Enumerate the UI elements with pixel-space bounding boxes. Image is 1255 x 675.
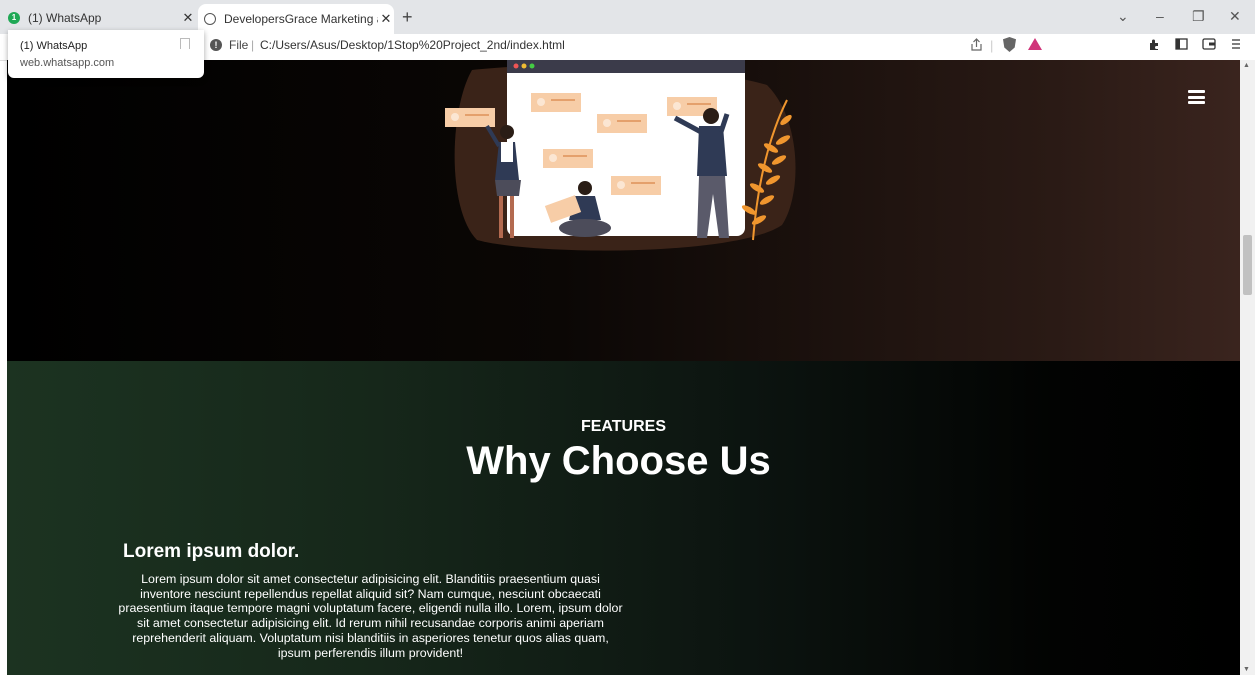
toolbar-divider: | <box>990 38 994 53</box>
feature-card-title: Lorem ipsum dolor. <box>123 541 300 562</box>
tab-whatsapp[interactable]: 1 (1) WhatsApp ✕ <box>8 6 196 30</box>
section-kicker: FEATURES <box>580 418 667 435</box>
brave-rewards-icon[interactable] <box>1028 38 1042 50</box>
tab-hover-card: (1) WhatsApp web.whatsapp.com <box>8 30 204 78</box>
brave-shield-icon[interactable] <box>1003 37 1016 52</box>
close-tab-icon[interactable]: ✕ <box>378 11 394 27</box>
maximize-button[interactable]: ❐ <box>1192 8 1205 25</box>
close-tab-icon[interactable]: ✕ <box>180 10 196 26</box>
team-board-illustration <box>445 60 796 251</box>
globe-favicon-icon <box>204 13 216 25</box>
page-scrollbar[interactable]: ▲ ▼ <box>1240 60 1255 675</box>
minimize-button[interactable]: – <box>1156 8 1164 24</box>
tab-title: DevelopersGrace Marketing and … <box>224 12 378 26</box>
menu-icon[interactable] <box>1231 38 1241 53</box>
address-bar-input[interactable]: C:/Users/Asus/Desktop/1Stop%20Project_2n… <box>260 38 565 52</box>
hamburger-menu-icon[interactable] <box>1188 90 1205 104</box>
scroll-up-icon[interactable]: ▲ <box>1243 62 1250 69</box>
page-viewport: FEATURES Why Choose Us Lorem ipsum dolor… <box>7 60 1240 675</box>
features-section: FEATURES Why Choose Us Lorem ipsum dolor… <box>7 361 1240 675</box>
sidebar-icon[interactable] <box>1175 38 1188 53</box>
hover-card-url: web.whatsapp.com <box>20 57 115 69</box>
tab-search-chevron-icon[interactable]: ⌄ <box>1117 8 1129 25</box>
scroll-down-icon[interactable]: ▼ <box>1243 666 1250 673</box>
bookmark-icon[interactable] <box>180 38 190 49</box>
url-separator: | <box>251 38 255 52</box>
browser-tab-strip: 1 (1) WhatsApp ✕ DevelopersGrace Marketi… <box>0 0 1255 34</box>
extensions-icon[interactable] <box>1148 38 1161 54</box>
close-window-button[interactable]: ✕ <box>1229 8 1241 25</box>
feature-card-body: Lorem ipsum dolor sit amet consectetur a… <box>118 572 623 660</box>
tab-developersgrace[interactable]: DevelopersGrace Marketing and … ✕ <box>198 4 394 34</box>
scrollbar-thumb[interactable] <box>1243 235 1252 295</box>
hero-section <box>7 60 1240 361</box>
new-tab-button[interactable]: + <box>402 8 413 26</box>
share-icon[interactable] <box>970 38 983 54</box>
wallet-icon[interactable] <box>1202 38 1216 53</box>
url-scheme: File <box>229 38 249 52</box>
hover-card-title: (1) WhatsApp <box>20 40 88 52</box>
site-info-icon[interactable]: ! <box>210 39 222 51</box>
whatsapp-favicon-icon: 1 <box>8 12 20 24</box>
tab-title: (1) WhatsApp <box>28 11 102 25</box>
section-title: Why Choose Us <box>466 439 771 483</box>
